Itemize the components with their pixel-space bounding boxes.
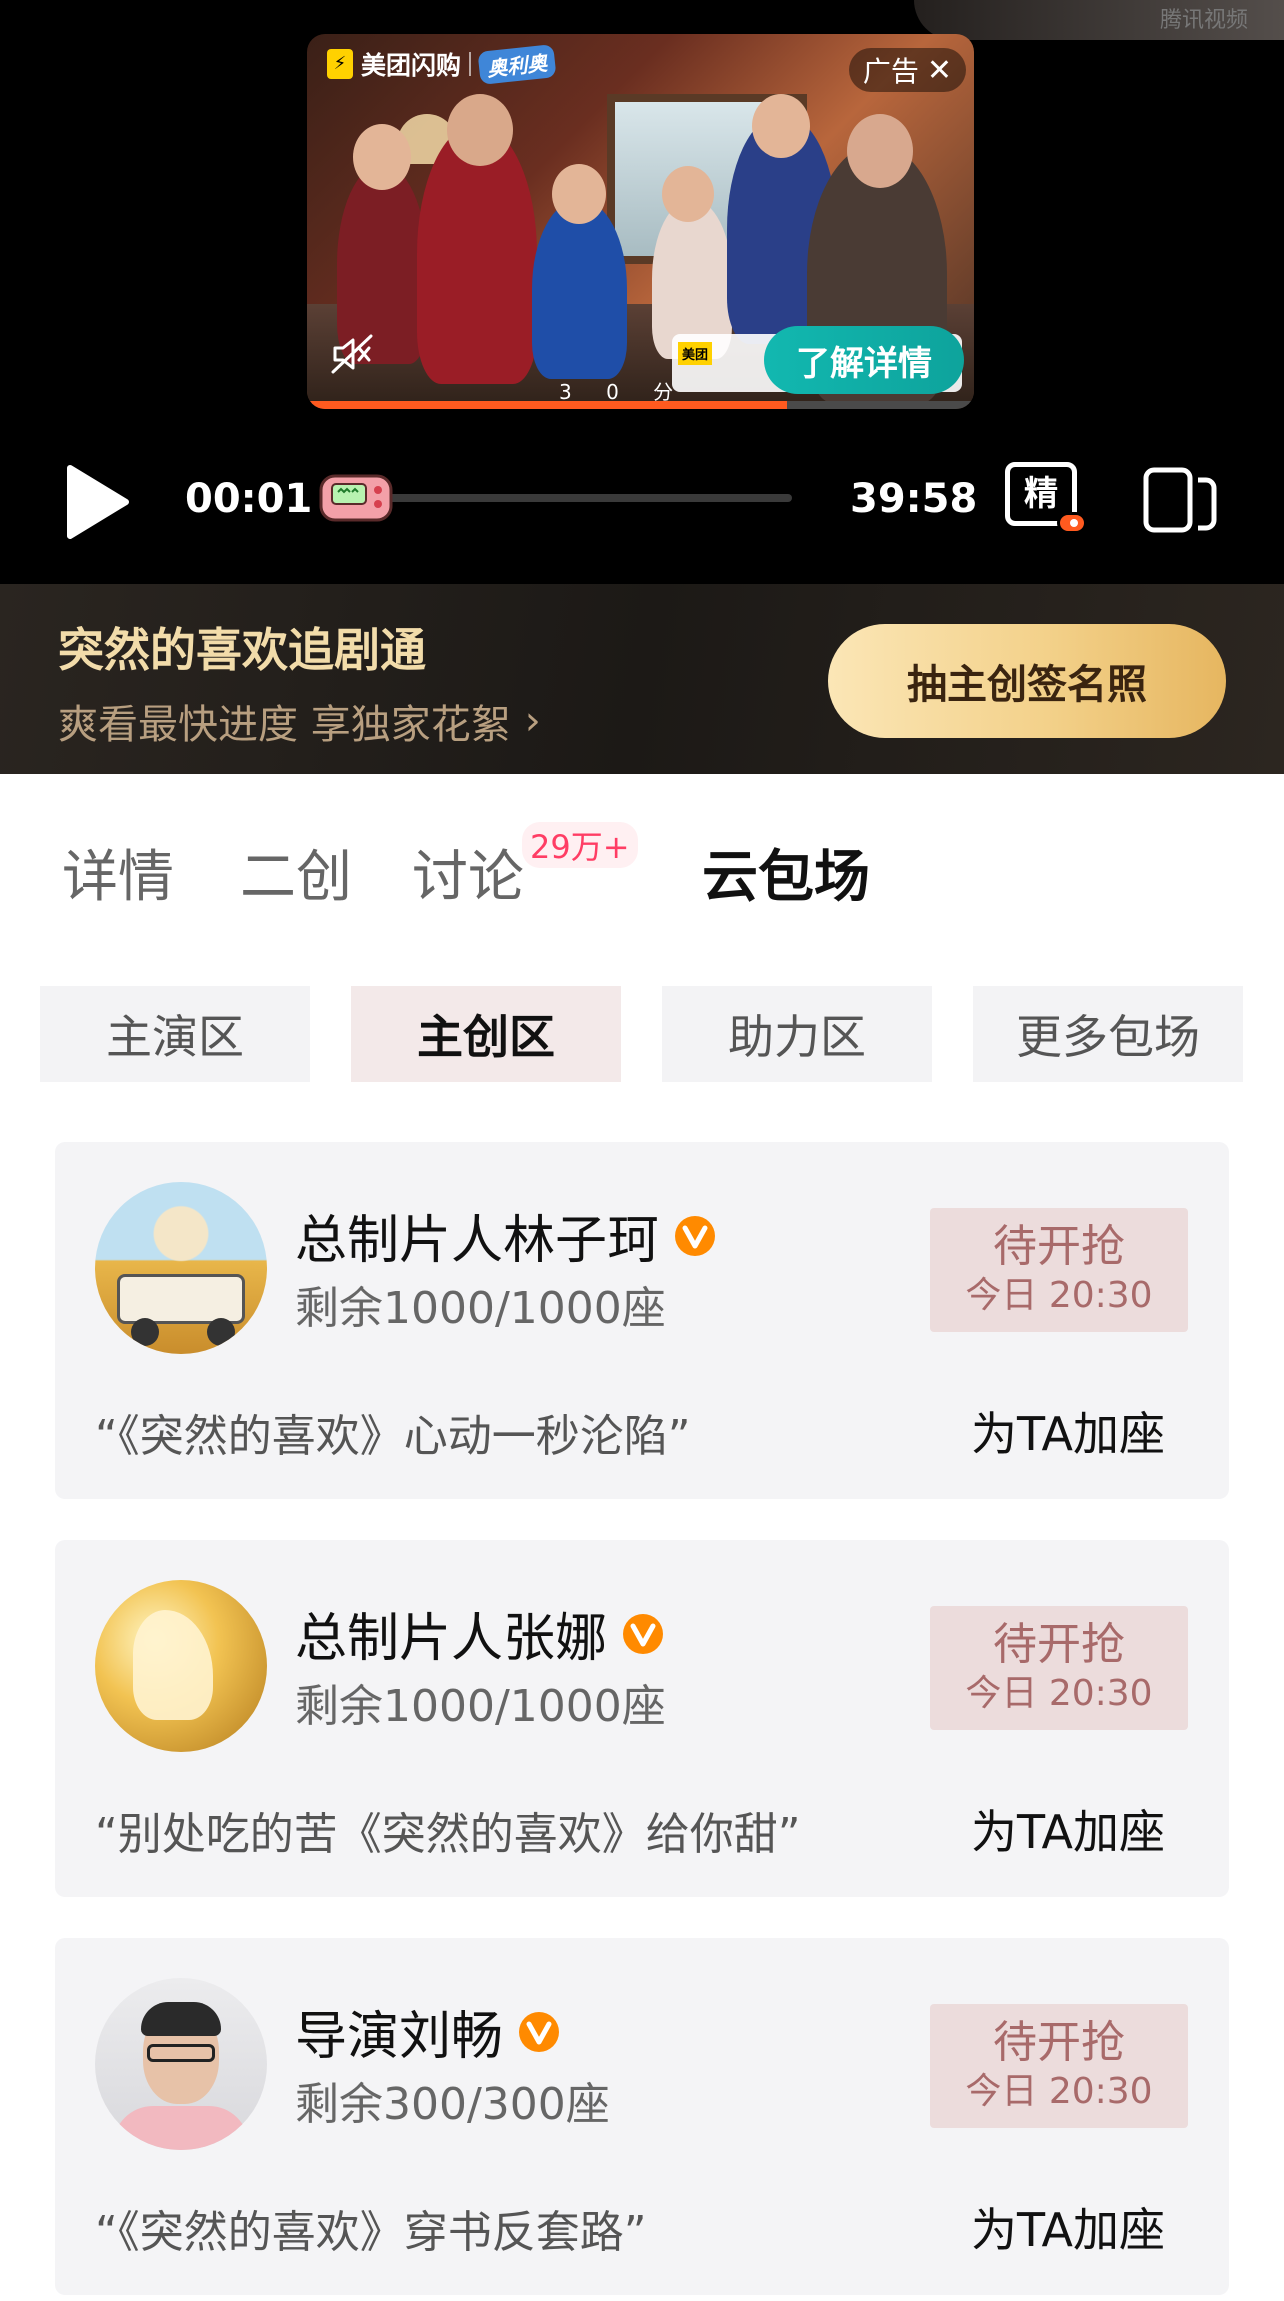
verified-icon [519,2011,560,2052]
grab-status-button[interactable]: 待开抢 今日 20:30 [930,2004,1188,2128]
ad-person [532,199,627,379]
tab-fan-creations[interactable]: 二创 [240,832,352,913]
rotate-screen-icon[interactable] [1140,464,1220,534]
play-icon[interactable] [64,462,134,542]
avatar[interactable] [95,1182,267,1354]
ad-progress-fill [307,401,788,409]
subtab-support[interactable]: 助力区 [662,986,932,1082]
avatar[interactable] [95,1580,267,1752]
ad-person-head [552,164,606,224]
vip-title: 突然的喜欢追剧通 [58,623,426,677]
name-row: 总制片人张娜 [295,1596,665,1671]
screening-sub-tabs: 主演区 主创区 助力区 更多包场 [0,986,1284,1082]
screening-card[interactable]: 导演刘畅 剩余300/300座 待开抢 今日 20:30 “《突然的喜欢》穿书反… [55,1938,1229,2295]
avatar-glasses [147,2044,215,2062]
verified-icon [675,1215,716,1256]
total-time: 39:58 [850,476,978,522]
creator-name: 总制片人林子珂 [295,1211,660,1271]
watermark-text: 腾讯视频 [1159,8,1248,33]
content-tabs: 详情 二创 讨论 29万+ 云包场 [0,774,1284,944]
grab-status: 待开抢 [993,1221,1125,1272]
grab-status-button[interactable]: 待开抢 今日 20:30 [930,1606,1188,1730]
vip-subtitle-link[interactable]: 爽看最快进度 享独家花絮 › [58,692,541,750]
draw-signed-photo-button[interactable]: 抽主创签名照 [828,624,1226,738]
avatar-hair [141,2002,221,2036]
seats-remaining: 剩余1000/1000座 [295,1681,666,1732]
creator-name: 导演刘畅 [295,2007,504,2067]
ad-learn-more-button[interactable]: 了解详情 [764,326,964,394]
toggle-icon [1057,512,1087,534]
grab-time: 今日 20:30 [965,1275,1153,1316]
seek-bar[interactable] [330,494,792,502]
name-row: 导演刘畅 [295,1994,561,2069]
avatar-wheel [207,1318,235,1346]
ad-person-head [752,94,810,158]
player-controls: 00:01 39:58 精 [0,450,1284,550]
divider [469,52,472,76]
ad-brand-name: 美团闪购 [361,51,462,80]
seats-remaining: 剩余300/300座 [295,2079,610,2130]
vip-banner[interactable]: 突然的喜欢追剧通 爽看最快进度 享独家花絮 › 抽主创签名照 [0,584,1284,774]
tab-details[interactable]: 详情 [62,832,174,913]
ad-product-logo: 美团 [678,342,713,365]
add-seat-button[interactable]: 为TA加座 [971,1796,1165,1862]
avatar-shirt [113,2106,249,2150]
ad-person-head [662,166,714,222]
seek-thumb-icon[interactable] [318,470,396,526]
name-row: 总制片人林子珂 [295,1198,717,1273]
highlights-button[interactable]: 精 [1005,458,1089,536]
ad-label: 广告 [862,55,919,88]
shopping-bag-icon: ⚡ [327,49,353,79]
add-seat-button[interactable]: 为TA加座 [971,1398,1165,1464]
ad-banner[interactable]: ⚡ 美团闪购 奥利奥 广告 ✕ 美团 3 0 分 了解详情 [307,34,974,409]
chevron-right-icon: › [524,698,541,744]
creator-quote: “《突然的喜欢》穿书反套路” [95,2207,647,2258]
vip-subtitle: 爽看最快进度 享独家花絮 [58,702,511,748]
ad-person-head [847,114,913,188]
creator-name: 总制片人张娜 [295,1609,608,1669]
ad-person-head [353,124,411,190]
avatar[interactable] [95,1978,267,2150]
ad-brand: ⚡ 美团闪购 奥利奥 [327,42,557,86]
avatar-truck [117,1274,245,1324]
add-seat-button[interactable]: 为TA加座 [971,2194,1165,2260]
subtab-lead-actors[interactable]: 主演区 [40,986,310,1082]
video-player[interactable]: 腾讯视频 ⚡ 美团闪购 奥利奥 广告 ✕ 美团 3 0 分 了解详情 00:01… [0,0,1284,584]
tab-discussion[interactable]: 讨论 [412,832,524,913]
ad-product-label: 奥利奥 [477,43,557,85]
screening-card[interactable]: 总制片人林子珂 剩余1000/1000座 待开抢 今日 20:30 “《突然的喜… [55,1142,1229,1499]
tab-cloud-screening[interactable]: 云包场 [702,832,870,913]
screening-card[interactable]: 总制片人张娜 剩余1000/1000座 待开抢 今日 20:30 “别处吃的苦《… [55,1540,1229,1897]
watermark: 腾讯视频 [914,0,1284,40]
current-time: 00:01 [185,476,313,522]
mute-icon[interactable] [331,334,375,374]
ad-progress-bar [307,401,974,409]
seats-remaining: 剩余1000/1000座 [295,1283,666,1334]
ad-person-head [447,94,513,166]
creator-quote: “别处吃的苦《突然的喜欢》给你甜” [95,1809,801,1860]
avatar-horse [133,1610,213,1720]
grab-status: 待开抢 [993,1619,1125,1670]
grab-status-button[interactable]: 待开抢 今日 20:30 [930,1208,1188,1332]
verified-icon [623,1613,664,1654]
close-icon: ✕ [926,52,952,88]
grab-status: 待开抢 [993,2017,1125,2068]
creator-quote: “《突然的喜欢》心动一秒沦陷” [95,1411,691,1462]
avatar-wheel [131,1318,159,1346]
grab-time: 今日 20:30 [965,1673,1153,1714]
discussion-count-badge: 29万+ [522,822,638,868]
grab-time: 今日 20:30 [965,2071,1153,2112]
subtab-creators[interactable]: 主创区 [351,986,621,1082]
subtab-more-screenings[interactable]: 更多包场 [973,986,1243,1082]
ad-close-button[interactable]: 广告 ✕ [848,48,966,92]
